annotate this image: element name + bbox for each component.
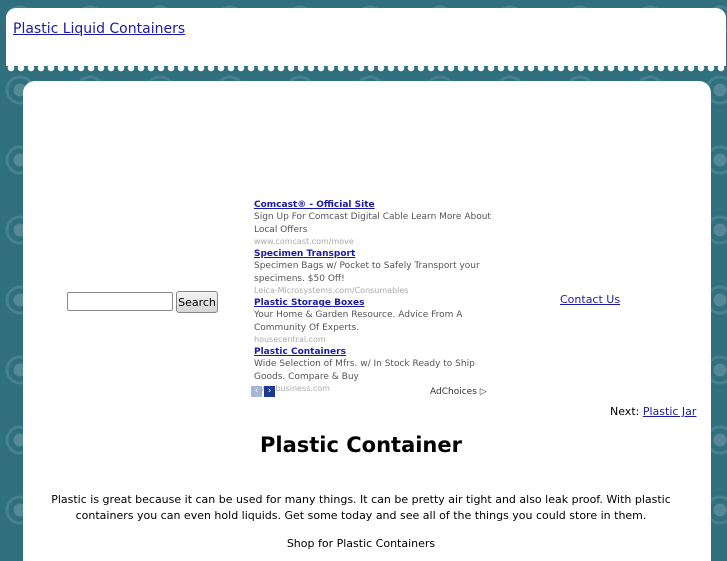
content-area: Search Comcast® - Official Site Sign Up …	[23, 81, 711, 561]
search-button[interactable]: Search	[176, 291, 218, 313]
ad-url: www.comcast.com/move	[254, 237, 354, 246]
site-title-link[interactable]: Plastic Liquid Containers	[13, 21, 185, 37]
search-input[interactable]	[67, 292, 173, 311]
ad-item: Plastic Storage Boxes Your Home & Garden…	[254, 297, 494, 345]
chevron-left-icon[interactable]: ‹	[251, 386, 262, 397]
header: Plastic Liquid Containers	[6, 8, 726, 72]
next-article-link[interactable]: Plastic Jar	[643, 405, 697, 418]
adchoices-link[interactable]: AdChoices ▷	[430, 387, 487, 397]
ad-description: Your Home & Garden Resource. Advice From…	[254, 310, 463, 333]
next-label: Next:	[610, 405, 640, 418]
ad-item: Specimen Transport Specimen Bags w/ Pock…	[254, 248, 494, 296]
next-article: Next: Plastic Jar	[610, 405, 696, 418]
ad-description: Specimen Bags w/ Pocket to Safely Transp…	[254, 261, 480, 284]
contact-us-link[interactable]: Contact Us	[560, 293, 620, 306]
ad-pagination: ‹ ›	[251, 386, 277, 405]
ad-item: Comcast® - Official Site Sign Up For Com…	[254, 199, 494, 247]
ad-block: Comcast® - Official Site Sign Up For Com…	[254, 199, 494, 395]
ad-url: housecentral.com	[254, 335, 326, 344]
ad-title-link[interactable]: Specimen Transport	[254, 248, 494, 260]
ad-description: Sign Up For Comcast Digital Cable Learn …	[254, 212, 491, 235]
ad-url: Leica-Microsystems.com/Consumables	[254, 286, 409, 295]
article-intro: Plastic is great because it can be used …	[51, 493, 671, 522]
ad-title-link[interactable]: Plastic Containers	[254, 346, 494, 358]
page-title: Plastic Container	[259, 433, 462, 457]
ad-title-link[interactable]: Comcast® - Official Site	[254, 199, 494, 211]
ad-title-link[interactable]: Plastic Storage Boxes	[254, 297, 494, 309]
chevron-right-icon[interactable]: ›	[264, 386, 275, 397]
shop-heading: Shop for Plastic Containers	[286, 537, 436, 550]
ad-description: Wide Selection of Mfrs. w/ In Stock Read…	[254, 359, 475, 382]
